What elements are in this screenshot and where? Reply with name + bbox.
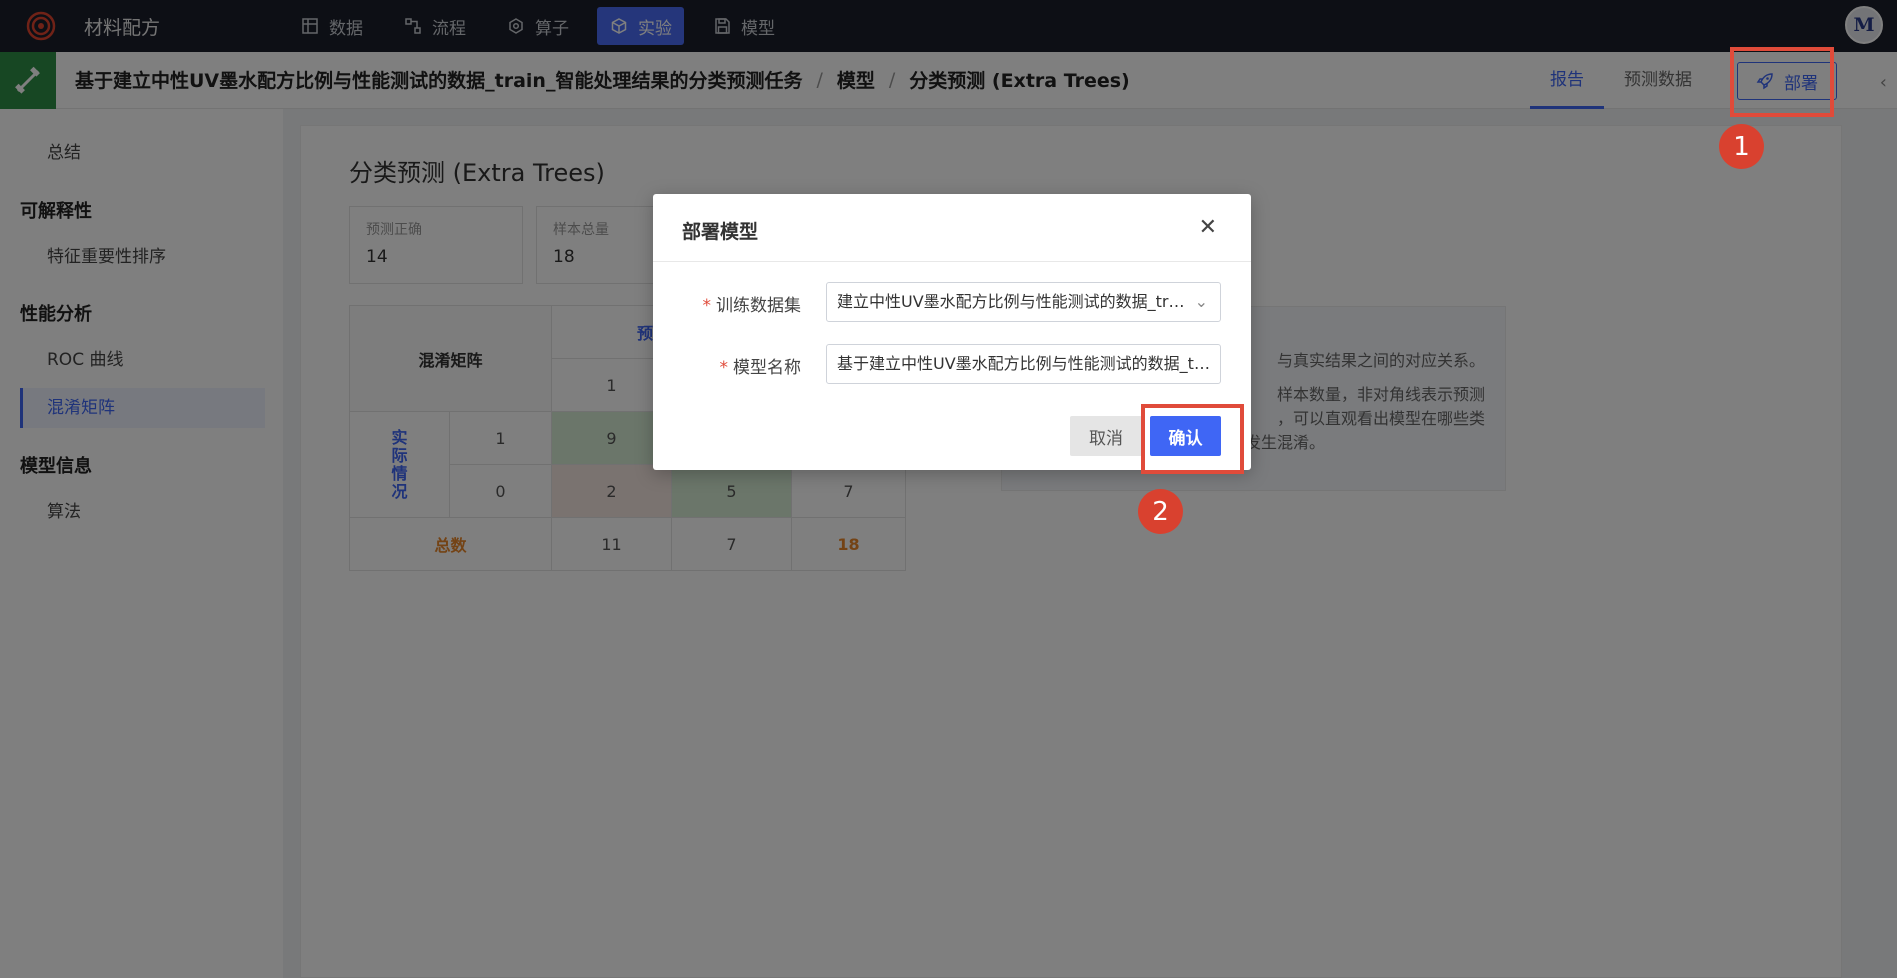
input-value: 基于建立中性UV墨水配方比例与性能测试的数据_train_智能处理结果的分类预测…: [837, 354, 1220, 373]
step-marker-2: 2: [1138, 489, 1183, 534]
training-dataset-select[interactable]: 建立中性UV墨水配方比例与性能测试的数据_train_智能处理结果 ⌄: [826, 282, 1221, 322]
modal-backdrop[interactable]: [0, 0, 1897, 978]
select-value: 建立中性UV墨水配方比例与性能测试的数据_train_智能处理结果: [837, 292, 1220, 311]
chevron-down-icon: ⌄: [1194, 292, 1208, 311]
field-label: * 训练数据集: [703, 291, 802, 316]
field-label-text: 模型名称: [733, 358, 801, 378]
required-mark: *: [702, 296, 712, 316]
cancel-button[interactable]: 取消: [1070, 416, 1142, 456]
field-label-text: 训练数据集: [716, 296, 801, 316]
highlight-box-confirm: [1141, 404, 1244, 474]
dialog-title: 部署模型: [682, 221, 759, 243]
dialog-divider: [653, 261, 1251, 262]
step-marker-1: 1: [1719, 124, 1764, 169]
form-row-training-dataset: *训练数据集 建立中性UV墨水配方比例与性能测试的数据_train_智能处理结果…: [653, 282, 1251, 322]
form-row-model-name: *模型名称 基于建立中性UV墨水配方比例与性能测试的数据_train_智能处理结…: [653, 344, 1251, 384]
model-name-input[interactable]: 基于建立中性UV墨水配方比例与性能测试的数据_train_智能处理结果的分类预测…: [826, 344, 1221, 384]
highlight-box-deploy: [1730, 47, 1834, 117]
required-mark: *: [719, 358, 729, 378]
field-label: * 模型名称: [720, 353, 802, 378]
close-icon[interactable]: ✕: [1199, 215, 1217, 240]
